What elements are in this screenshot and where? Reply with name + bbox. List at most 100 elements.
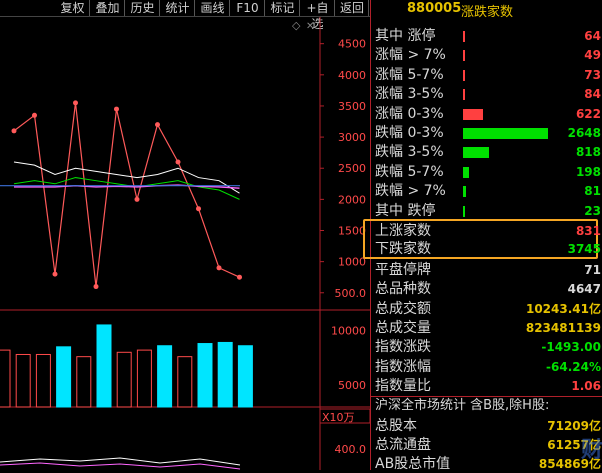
volume-bar bbox=[35, 353, 51, 408]
row-label: 其中 涨停 bbox=[375, 28, 436, 44]
stat-value: 4647 bbox=[567, 282, 601, 296]
stat-row: 总成交额 10243.41亿 bbox=[371, 300, 602, 318]
distribution-row: 跌幅 > 7% 81 bbox=[371, 182, 602, 200]
toolbar-button-3[interactable]: 统计 bbox=[161, 0, 195, 16]
cross-icon: ✕ bbox=[306, 21, 314, 32]
volume-bar bbox=[15, 353, 31, 408]
volume-bar bbox=[56, 346, 72, 408]
stats-panel: 880005 涨跌家数 其中 涨停 64 涨幅 > 7% 49 涨幅 5-7% 73 涨幅 … bbox=[363, 0, 602, 473]
distribution-row: 涨幅 5-7% 73 bbox=[371, 66, 602, 84]
distribution-row: 其中 涨停 64 bbox=[371, 27, 602, 45]
data-point bbox=[11, 128, 17, 134]
stat-row: 平盘停牌 71 bbox=[371, 261, 602, 279]
volume-bar bbox=[76, 356, 92, 408]
count-bar bbox=[463, 206, 465, 217]
toolbar-button-8[interactable]: 返回 bbox=[336, 0, 369, 16]
stat-row: 指数量比 1.06 bbox=[371, 377, 602, 395]
volume-bar bbox=[197, 343, 213, 408]
distribution-row: 涨幅 3-5% 84 bbox=[371, 85, 602, 103]
market-label: 总流通盘 bbox=[375, 437, 431, 453]
stat-label: 总品种数 bbox=[375, 281, 431, 297]
volume-bar bbox=[96, 324, 112, 408]
stat-label: 指数涨幅 bbox=[375, 359, 431, 375]
market-row: 总流通盘 61257亿 bbox=[371, 436, 602, 454]
price-tick-label: 2000 bbox=[338, 193, 366, 206]
toolbar-button-7[interactable]: +自选 bbox=[301, 0, 335, 31]
stat-value: 1.06 bbox=[571, 379, 601, 393]
count-bar bbox=[463, 109, 483, 120]
data-point bbox=[114, 106, 119, 112]
distribution-row: 其中 跌停 23 bbox=[371, 202, 602, 220]
toolbar-button-2[interactable]: 历史 bbox=[126, 0, 160, 16]
row-value: 23 bbox=[584, 204, 601, 218]
row-value: 64 bbox=[584, 29, 601, 43]
volume-unit-label: X10万 bbox=[322, 411, 355, 424]
data-point bbox=[216, 265, 222, 271]
volume-bar bbox=[0, 349, 11, 408]
market-label: 总股本 bbox=[375, 418, 417, 434]
data-point bbox=[32, 112, 37, 118]
volume-bar bbox=[116, 351, 132, 408]
price-tick-label: 1000 bbox=[338, 256, 366, 269]
volume-bar bbox=[136, 349, 152, 408]
watermark-logo: 财 bbox=[580, 438, 602, 463]
row-value: 622 bbox=[575, 107, 601, 121]
market-row: 总股本 71209亿 bbox=[371, 417, 602, 435]
volume-bar bbox=[217, 341, 233, 408]
row-value: 198 bbox=[575, 165, 601, 179]
row-label: 跌幅 5-7% bbox=[375, 164, 444, 180]
stat-value: -1493.00 bbox=[541, 340, 601, 354]
up-count-row: 上涨家数 831 bbox=[375, 223, 601, 239]
distribution-row: 跌幅 0-3% 2648 bbox=[371, 124, 602, 142]
market-row: AB股总市值 854869亿 bbox=[371, 455, 602, 473]
lower-tick-label: 400.0 bbox=[335, 443, 367, 456]
count-bar bbox=[463, 50, 465, 61]
count-bar bbox=[463, 147, 489, 158]
stat-label: 指数涨跌 bbox=[375, 339, 431, 355]
series-line-0 bbox=[13, 102, 240, 287]
row-label: 涨幅 > 7% bbox=[375, 47, 446, 63]
index-chart[interactable]: ◇ ✕ 4500 4000 3500 3000 2500 2000 1500 1000 500.0 1… bbox=[0, 17, 370, 470]
row-value: 2648 bbox=[567, 126, 601, 140]
toolbar-button-4[interactable]: 画线 bbox=[196, 0, 230, 16]
market-title: 沪深全市场统计 含B股,除H股: bbox=[375, 398, 550, 413]
toolbar-button-1[interactable]: 叠加 bbox=[91, 0, 125, 16]
count-bar bbox=[463, 128, 548, 139]
volume-tick-label: 10000 bbox=[331, 324, 366, 337]
stat-label: 指数量比 bbox=[375, 378, 431, 394]
data-point bbox=[155, 122, 160, 128]
down-count-row: 下跌家数 3745 bbox=[375, 241, 601, 257]
toolbar-button-6[interactable]: 标记 bbox=[266, 0, 300, 16]
data-point bbox=[93, 284, 99, 290]
count-bar bbox=[463, 89, 465, 100]
count-bar bbox=[463, 186, 466, 197]
stat-label: 平盘停牌 bbox=[375, 262, 431, 278]
volume-bar bbox=[177, 356, 193, 408]
toolbar-button-0[interactable]: 复权 bbox=[56, 0, 90, 16]
row-label: 跌幅 > 7% bbox=[375, 183, 446, 199]
distribution-row: 跌幅 3-5% 818 bbox=[371, 143, 602, 161]
stat-value: 10243.41亿 bbox=[525, 302, 601, 316]
data-point bbox=[196, 206, 201, 212]
stat-label: 总成交量 bbox=[375, 320, 431, 336]
index-name: 涨跌家数 bbox=[461, 5, 514, 20]
stat-row: 总成交量 823481139 bbox=[371, 319, 602, 337]
price-tick-label: 2500 bbox=[338, 162, 366, 175]
distribution-row: 跌幅 5-7% 198 bbox=[371, 163, 602, 181]
row-value: 73 bbox=[584, 68, 601, 82]
volume-tick-label: 5000 bbox=[338, 379, 366, 392]
toolbar-button-5[interactable]: F10 bbox=[231, 0, 265, 16]
price-tick-label: 3000 bbox=[338, 131, 366, 144]
stat-row: 指数涨跌 -1493.00 bbox=[371, 338, 602, 356]
toolbar: 复权 叠加 历史 统计 画线 F10 标记 +自选 返回 bbox=[0, 0, 370, 31]
data-point bbox=[73, 100, 78, 106]
row-value: 49 bbox=[584, 48, 601, 62]
price-tick-label: 500.0 bbox=[335, 287, 367, 300]
diamond-icon: ◇ bbox=[292, 19, 301, 32]
stat-row: 总品种数 4647 bbox=[371, 280, 602, 298]
data-point bbox=[175, 159, 181, 165]
row-label: 其中 跌停 bbox=[375, 203, 436, 219]
stat-value: 71 bbox=[584, 263, 601, 277]
price-tick-label: 4000 bbox=[338, 69, 366, 82]
volume-bar bbox=[157, 345, 173, 408]
